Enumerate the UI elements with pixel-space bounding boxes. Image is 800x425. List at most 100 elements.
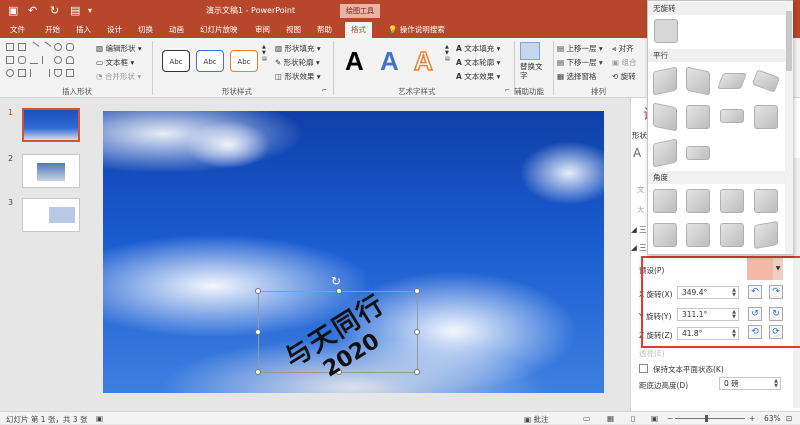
slide-thumbnail-2[interactable]	[22, 154, 80, 188]
curve-shape-icon[interactable]	[30, 56, 38, 64]
slide-thumbnail-3[interactable]	[22, 198, 80, 232]
shape-style-sample[interactable]: Abc	[230, 50, 258, 72]
customize-qat-icon[interactable]: ▾	[88, 6, 92, 15]
rotate-button[interactable]: ⟲ 旋转	[612, 71, 636, 82]
wordart-blue-sample[interactable]: A	[380, 46, 399, 77]
accessibility-icon[interactable]: ▣	[96, 414, 103, 423]
zoom-slider[interactable]	[675, 418, 745, 419]
text-box-button[interactable]: ▭ 文本框 ▾	[96, 57, 134, 68]
zoom-in-icon[interactable]: +	[749, 414, 755, 423]
gallery-scroll-icon[interactable]: ▲ ▼ ▤	[445, 44, 450, 62]
shapes-gallery[interactable]	[6, 41, 78, 85]
tell-me-search[interactable]: 💡 操作说明搜索	[388, 24, 445, 35]
rounded-rect-shape-icon[interactable]	[18, 56, 26, 64]
alt-text-button[interactable]: 替换文字	[520, 62, 544, 80]
preset-parallel-3[interactable]	[717, 73, 747, 89]
oval-shape-icon[interactable]	[54, 43, 62, 51]
rectangle-shape-icon[interactable]	[6, 43, 14, 51]
star-shape-icon[interactable]	[54, 69, 62, 77]
shape-outline-button[interactable]: ✎ 形状轮廓 ▾	[275, 57, 320, 68]
dialog-launcher-icon[interactable]: ⌐	[322, 87, 327, 94]
menu-scroll-thumb[interactable]	[786, 11, 792, 71]
distance-input[interactable]: 0 磅 ▲ ▼	[719, 377, 781, 390]
merge-shapes-button[interactable]: ◔ 合并形状 ▾	[96, 71, 141, 82]
slide-canvas[interactable]: ↻ 与天同行 2020	[103, 111, 604, 393]
triangle-shape-icon[interactable]	[18, 69, 26, 77]
preset-angle-8[interactable]	[754, 220, 778, 250]
comments-button[interactable]: ▣ 批注	[524, 414, 548, 425]
tab-format[interactable]: 格式	[345, 22, 372, 38]
tab-animations[interactable]: 动画	[169, 24, 184, 35]
save-icon[interactable]: ▣	[8, 4, 18, 17]
shape-effects-button[interactable]: ◫ 形状效果 ▾	[275, 71, 321, 82]
resize-handle[interactable]	[255, 369, 261, 375]
zoom-level[interactable]: 63%	[764, 414, 781, 423]
selection-pane-button[interactable]: ▦ 选择窗格	[557, 71, 596, 82]
align-button[interactable]: ⫷ 对齐	[612, 43, 634, 54]
text-outline-button[interactable]: A 文本轮廓 ▾	[456, 57, 500, 68]
circle-shape-icon[interactable]	[54, 56, 62, 64]
preset-angle-4[interactable]	[754, 189, 778, 213]
arc-shape-icon[interactable]	[66, 56, 74, 64]
section-collapse-icon[interactable]: ◢ 三	[631, 242, 647, 253]
resize-handle[interactable]	[414, 329, 420, 335]
rounded-rect-shape-icon[interactable]	[66, 43, 74, 51]
rotate-handle-icon[interactable]: ↻	[331, 274, 341, 288]
preset-angle-2[interactable]	[686, 189, 710, 213]
preset-no-rotation[interactable]	[654, 19, 678, 43]
wordart-black-sample[interactable]: A	[345, 46, 364, 77]
shape-style-sample[interactable]: Abc	[162, 50, 190, 72]
keep-text-flat-checkbox[interactable]	[639, 364, 648, 373]
alt-text-icon[interactable]	[520, 42, 540, 60]
preset-parallel-5[interactable]	[653, 102, 677, 132]
resize-handle[interactable]	[255, 329, 261, 335]
shape-fill-button[interactable]: ▨ 形状填充 ▾	[275, 43, 321, 54]
oval-shape-icon[interactable]	[6, 69, 14, 77]
spinner-icon[interactable]: ▲ ▼	[774, 379, 778, 389]
tab-transitions[interactable]: 切换	[138, 24, 153, 35]
slide-thumbnail-1[interactable]	[22, 108, 80, 142]
preset-angle-5[interactable]	[653, 223, 677, 247]
preset-parallel-6[interactable]	[686, 105, 710, 129]
dialog-launcher-icon[interactable]: ⌐	[505, 87, 510, 94]
more-shapes-icon[interactable]	[66, 69, 74, 77]
preset-angle-6[interactable]	[686, 223, 710, 247]
fit-to-window-icon[interactable]: ⊡	[786, 414, 792, 423]
preset-angle-7[interactable]	[720, 223, 744, 247]
edit-shape-button[interactable]: ▧ 编辑形状 ▾	[96, 43, 142, 54]
resize-handle[interactable]	[414, 369, 420, 375]
line-shape-icon[interactable]	[28, 41, 40, 53]
slideshow-icon[interactable]: ▣	[651, 414, 658, 423]
preset-parallel-8[interactable]	[754, 105, 778, 129]
bracket-shape-icon[interactable]	[42, 56, 50, 64]
tab-review[interactable]: 审阅	[255, 24, 270, 35]
text-fill-button[interactable]: A 文本填充 ▾	[456, 43, 500, 54]
zoom-slider-knob[interactable]	[705, 415, 708, 422]
text-effects-button[interactable]: A 文本效果 ▾	[456, 71, 500, 82]
preset-angle-1[interactable]	[653, 189, 677, 213]
preset-parallel-10[interactable]	[686, 146, 710, 160]
send-backward-button[interactable]: ▤ 下移一层 ▾	[557, 57, 603, 68]
slide-sorter-icon[interactable]: ▦	[607, 414, 614, 423]
tab-view[interactable]: 视图	[286, 24, 301, 35]
section-collapse-icon[interactable]: ◢ 三	[631, 224, 647, 235]
redo-icon[interactable]: ↻	[50, 4, 59, 17]
preset-parallel-9[interactable]	[653, 138, 677, 168]
bring-forward-button[interactable]: ▤ 上移一层 ▾	[557, 43, 603, 54]
tab-design[interactable]: 设计	[107, 24, 122, 35]
zoom-out-icon[interactable]: −	[667, 414, 673, 423]
preset-parallel-2[interactable]	[686, 66, 710, 96]
tab-insert[interactable]: 插入	[76, 24, 91, 35]
brace-shape-icon[interactable]	[30, 69, 38, 77]
tab-slideshow[interactable]: 幻灯片放映	[200, 24, 238, 35]
tab-help[interactable]: 帮助	[317, 24, 332, 35]
group-button[interactable]: ▣ 组合	[612, 57, 636, 68]
shape-style-sample[interactable]: Abc	[196, 50, 224, 72]
preset-parallel-7[interactable]	[720, 109, 744, 123]
menu-scrollbar[interactable]	[785, 1, 793, 254]
arrow-shape-icon[interactable]	[40, 41, 52, 53]
text-options-icon[interactable]: A	[633, 146, 641, 160]
tab-file[interactable]: 文件	[10, 24, 25, 35]
undo-icon[interactable]: ↶	[28, 4, 37, 17]
wordart-outline-sample[interactable]: A	[413, 45, 433, 77]
